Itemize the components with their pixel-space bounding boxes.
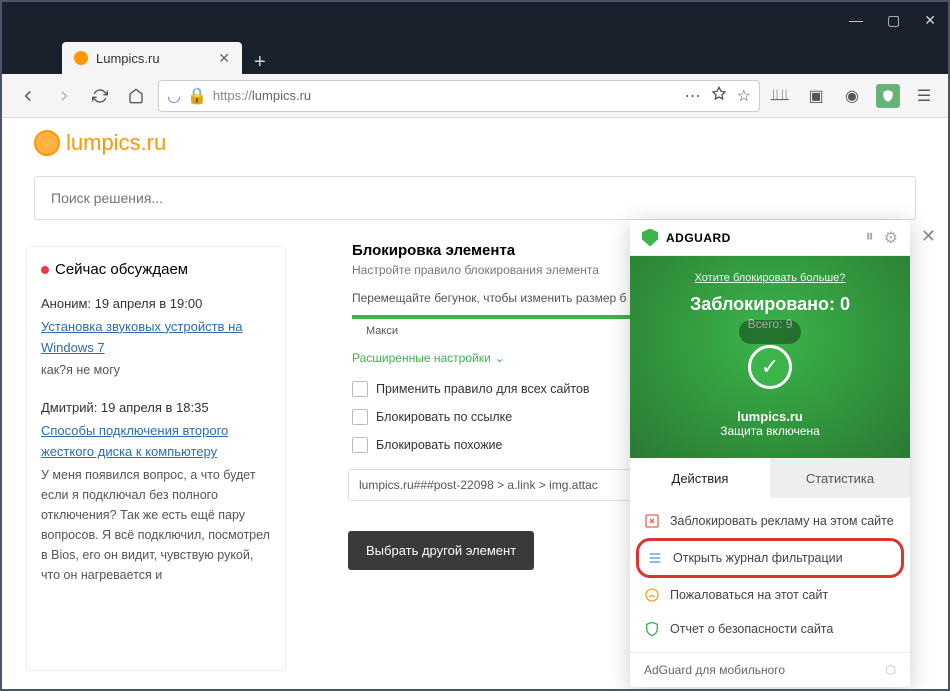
discuss-meta: Аноним: 19 апреля в 19:00 bbox=[41, 294, 271, 315]
shield-icon[interactable]: ◡ bbox=[167, 86, 181, 106]
gear-icon[interactable]: ⚙ bbox=[884, 228, 898, 248]
live-dot-icon bbox=[41, 266, 49, 274]
log-icon bbox=[647, 550, 663, 566]
shield-check-icon bbox=[644, 621, 660, 637]
pause-icon[interactable]: ⏸ bbox=[866, 228, 874, 248]
report-icon bbox=[644, 587, 660, 603]
discuss-item: Аноним: 19 апреля в 19:00 Установка звук… bbox=[41, 294, 271, 380]
popup-close-icon[interactable]: ✕ bbox=[921, 226, 936, 247]
tab-stats[interactable]: Статистика bbox=[770, 458, 910, 498]
back-button[interactable] bbox=[14, 82, 42, 110]
protection-toggle[interactable] bbox=[739, 320, 801, 344]
chevron-down-icon: ⌄ bbox=[495, 351, 505, 365]
blocker-subtitle: Настройте правило блокирования элемента bbox=[348, 259, 648, 291]
adguard-hero: Хотите блокировать больше? Заблокировано… bbox=[630, 256, 910, 458]
discuss-body: У меня появился вопрос, а что будет если… bbox=[41, 465, 271, 585]
action-open-log[interactable]: Открыть журнал фильтрации bbox=[636, 538, 904, 578]
checkbox-icon[interactable] bbox=[352, 381, 368, 397]
adguard-shield-icon bbox=[642, 229, 658, 247]
browser-toolbar: ◡ 🔒 https://lumpics.ru ⋯ ☆ ⫫⫫ ▣ ◉ ☰ bbox=[2, 74, 948, 118]
minimize-button[interactable]: — bbox=[849, 12, 863, 28]
block-more-link[interactable]: Хотите блокировать больше? bbox=[642, 272, 898, 284]
tab-close-icon[interactable]: ✕ bbox=[218, 50, 230, 67]
checkbox-icon[interactable] bbox=[352, 409, 368, 425]
browser-tab[interactable]: Lumpics.ru ✕ bbox=[62, 42, 242, 74]
url-text: https://lumpics.ru bbox=[213, 88, 311, 103]
slider-label: Макси bbox=[348, 325, 648, 337]
address-bar[interactable]: ◡ 🔒 https://lumpics.ru ⋯ ☆ bbox=[158, 80, 760, 112]
discuss-item: Дмитрий: 19 апреля в 18:35 Способы подкл… bbox=[41, 398, 271, 584]
adguard-header: ADGUARD ⏸ ⚙ bbox=[630, 220, 910, 256]
discuss-meta: Дмитрий: 19 апреля в 18:35 bbox=[41, 398, 271, 419]
blocked-count: Заблокировано: 0 bbox=[642, 294, 898, 315]
adguard-extension-icon[interactable] bbox=[876, 84, 900, 108]
library-icon[interactable]: ⫫⫫ bbox=[768, 84, 792, 108]
action-block-ad[interactable]: Заблокировать рекламу на этом сайте bbox=[630, 504, 910, 538]
check-by-link[interactable]: Блокировать по ссылке bbox=[348, 403, 648, 431]
site-logo[interactable]: lumpics.ru bbox=[34, 130, 166, 156]
page-content: lumpics.ru Сейчас обсуждаем Аноним: 19 а… bbox=[2, 118, 948, 689]
adguard-tabs: Действия Статистика bbox=[630, 458, 910, 498]
discuss-panel: Сейчас обсуждаем Аноним: 19 апреля в 19:… bbox=[26, 246, 286, 671]
home-button[interactable] bbox=[122, 82, 150, 110]
window-titlebar: — ▢ ✕ bbox=[2, 2, 948, 38]
logo-icon bbox=[34, 130, 60, 156]
action-report[interactable]: Пожаловаться на этот сайт bbox=[630, 578, 910, 612]
block-icon bbox=[644, 513, 660, 529]
maximize-button[interactable]: ▢ bbox=[887, 12, 900, 29]
logo-text: lumpics.ru bbox=[66, 130, 166, 156]
action-security-report[interactable]: Отчет о безопасности сайта bbox=[630, 612, 910, 646]
check-icon: ✓ bbox=[748, 345, 792, 389]
blocker-title: Блокировка элемента bbox=[348, 242, 648, 259]
tab-favicon bbox=[74, 51, 88, 65]
search-input[interactable] bbox=[51, 190, 899, 206]
checkbox-icon[interactable] bbox=[352, 437, 368, 453]
adguard-name: ADGUARD bbox=[666, 231, 731, 245]
element-blocker-dialog: Блокировка элемента Настройте правило бл… bbox=[348, 226, 648, 586]
reader-icon[interactable] bbox=[711, 86, 727, 106]
discuss-heading: Сейчас обсуждаем bbox=[41, 261, 271, 278]
toolbar-right: ⫫⫫ ▣ ◉ ☰ bbox=[768, 84, 936, 108]
account-icon[interactable]: ◉ bbox=[840, 84, 864, 108]
site-search[interactable] bbox=[34, 176, 916, 220]
more-icon[interactable]: ⋯ bbox=[685, 86, 701, 106]
reload-button[interactable] bbox=[86, 82, 114, 110]
discuss-body: как?я не могу bbox=[41, 360, 271, 380]
new-tab-button[interactable]: + bbox=[242, 51, 278, 74]
close-button[interactable]: ✕ bbox=[924, 12, 936, 29]
lock-icon: 🔒 bbox=[187, 86, 207, 106]
check-all-sites[interactable]: Применить правило для всех сайтов bbox=[348, 375, 648, 403]
bookmark-icon[interactable]: ☆ bbox=[737, 86, 751, 106]
adguard-actions: Заблокировать рекламу на этом сайте Откр… bbox=[630, 498, 910, 652]
tab-strip: Lumpics.ru ✕ + bbox=[2, 38, 948, 74]
rule-field[interactable]: lumpics.ru###post-22098 > a.link > img.a… bbox=[348, 469, 648, 501]
adguard-footer[interactable]: AdGuard для мобильного ⬡ bbox=[630, 652, 910, 687]
adguard-site: lumpics.ru bbox=[642, 409, 898, 424]
sidebar-icon[interactable]: ▣ bbox=[804, 84, 828, 108]
size-slider[interactable] bbox=[352, 315, 644, 319]
menu-icon[interactable]: ☰ bbox=[912, 84, 936, 108]
protection-status: Защита включена bbox=[642, 424, 898, 438]
tab-title: Lumpics.ru bbox=[96, 51, 210, 66]
blocker-hint: Перемещайте бегунок, чтобы изменить разм… bbox=[348, 291, 648, 315]
android-icon[interactable]: ⬡ bbox=[886, 663, 896, 677]
advanced-toggle[interactable]: Расширенные настройки ⌄ bbox=[348, 337, 648, 375]
discuss-link[interactable]: Установка звуковых устройств на Windows … bbox=[41, 317, 271, 359]
adguard-popup: ✕ ADGUARD ⏸ ⚙ Хотите блокировать больше?… bbox=[630, 220, 910, 687]
forward-button[interactable] bbox=[50, 82, 78, 110]
tab-actions[interactable]: Действия bbox=[630, 458, 770, 498]
choose-other-button[interactable]: Выбрать другой элемент bbox=[348, 531, 534, 570]
check-similar[interactable]: Блокировать похожие bbox=[348, 431, 648, 459]
discuss-link[interactable]: Способы подключения второго жесткого дис… bbox=[41, 421, 271, 463]
